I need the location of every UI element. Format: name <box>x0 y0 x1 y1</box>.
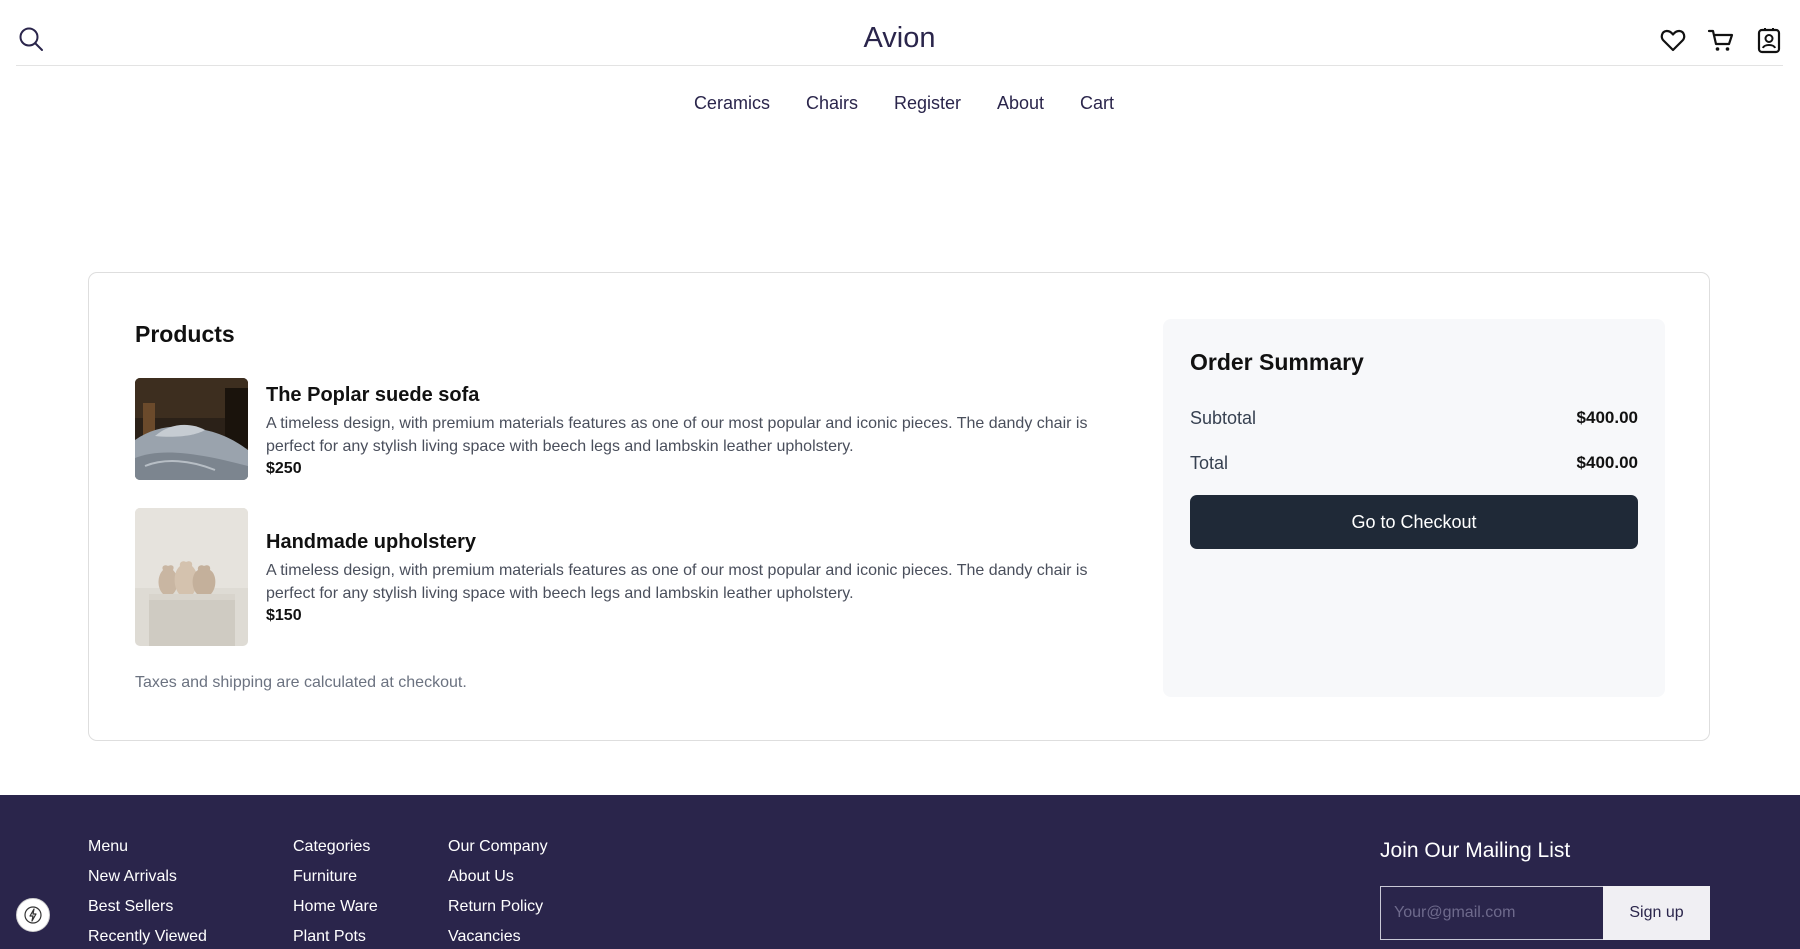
cart-icon[interactable] <box>1707 26 1735 54</box>
product-description: A timeless design, with premium material… <box>266 415 1088 455</box>
footer-link[interactable]: Return Policy <box>448 898 548 916</box>
mailing-list-form: Sign up <box>1380 886 1710 940</box>
site-header: Avion <box>16 0 1783 66</box>
subtotal-row: Subtotal $400.00 <box>1190 408 1638 429</box>
product-name[interactable]: The Poplar suede sofa <box>266 384 1136 407</box>
product-info: Handmade upholstery A timeless design, w… <box>266 508 1136 646</box>
bolt-icon[interactable] <box>16 898 50 932</box>
footer-column-title: Categories <box>293 838 371 855</box>
footer-column-company: Our Company About Us Return Policy Vacan… <box>448 838 548 949</box>
tax-note: Taxes and shipping are calculated at che… <box>135 674 467 691</box>
footer-link[interactable]: Vacancies <box>448 928 548 946</box>
product-price: $250 <box>266 460 302 477</box>
checkout-button[interactable]: Go to Checkout <box>1190 495 1638 549</box>
footer-column-menu: Menu New Arrivals Best Sellers Recently … <box>88 838 207 949</box>
nav-item-ceramics[interactable]: Ceramics <box>694 93 770 114</box>
mailing-list-title: Join Our Mailing List <box>1380 839 1571 862</box>
footer-link[interactable]: About Us <box>448 868 548 886</box>
product-name[interactable]: Handmade upholstery <box>266 531 1136 554</box>
total-value: $400.00 <box>1576 453 1638 472</box>
nav-item-register[interactable]: Register <box>894 93 961 114</box>
brand-logo[interactable]: Avion <box>16 22 1783 55</box>
product-image[interactable] <box>135 378 248 480</box>
nav-item-chairs[interactable]: Chairs <box>806 93 858 114</box>
header-actions <box>1659 26 1783 54</box>
footer-link[interactable]: Best Sellers <box>88 898 207 916</box>
total-label: Total <box>1190 453 1229 473</box>
heart-icon[interactable] <box>1659 26 1687 54</box>
product-description: A timeless design, with premium material… <box>266 562 1088 602</box>
footer-link[interactable]: Plant Pots <box>293 928 378 946</box>
order-summary: Order Summary Subtotal $400.00 Total $40… <box>1163 319 1665 697</box>
footer-link[interactable]: New Arrivals <box>88 868 207 886</box>
total-row: Total $400.00 <box>1190 453 1638 474</box>
footer-link[interactable]: Home Ware <box>293 898 378 916</box>
nav-item-about[interactable]: About <box>997 93 1044 114</box>
footer-link[interactable]: Recently Viewed <box>88 928 207 946</box>
cart-item: The Poplar suede sofa A timeless design,… <box>135 378 1136 480</box>
nav-item-cart[interactable]: Cart <box>1080 93 1114 114</box>
product-price: $150 <box>266 607 302 624</box>
products-heading: Products <box>135 321 235 347</box>
footer-link[interactable]: Furniture <box>293 868 378 886</box>
sign-up-button[interactable]: Sign up <box>1603 886 1710 940</box>
cart-item: Handmade upholstery A timeless design, w… <box>135 508 1136 646</box>
email-input[interactable] <box>1380 886 1603 940</box>
site-footer: Menu New Arrivals Best Sellers Recently … <box>0 795 1800 949</box>
footer-column-title: Menu <box>88 838 129 855</box>
subtotal-value: $400.00 <box>1576 408 1638 427</box>
footer-column-categories: Categories Furniture Home Ware Plant Pot… <box>293 838 378 949</box>
user-icon[interactable] <box>1755 26 1783 54</box>
main-nav: Ceramics Chairs Register About Cart <box>0 93 1800 114</box>
cart-card: Products The Poplar suede sofa A timeles… <box>88 272 1710 741</box>
footer-column-title: Our Company <box>448 838 548 855</box>
subtotal-label: Subtotal <box>1190 408 1257 428</box>
product-image[interactable] <box>135 508 248 646</box>
summary-heading: Order Summary <box>1190 349 1364 375</box>
product-info: The Poplar suede sofa A timeless design,… <box>266 378 1136 480</box>
